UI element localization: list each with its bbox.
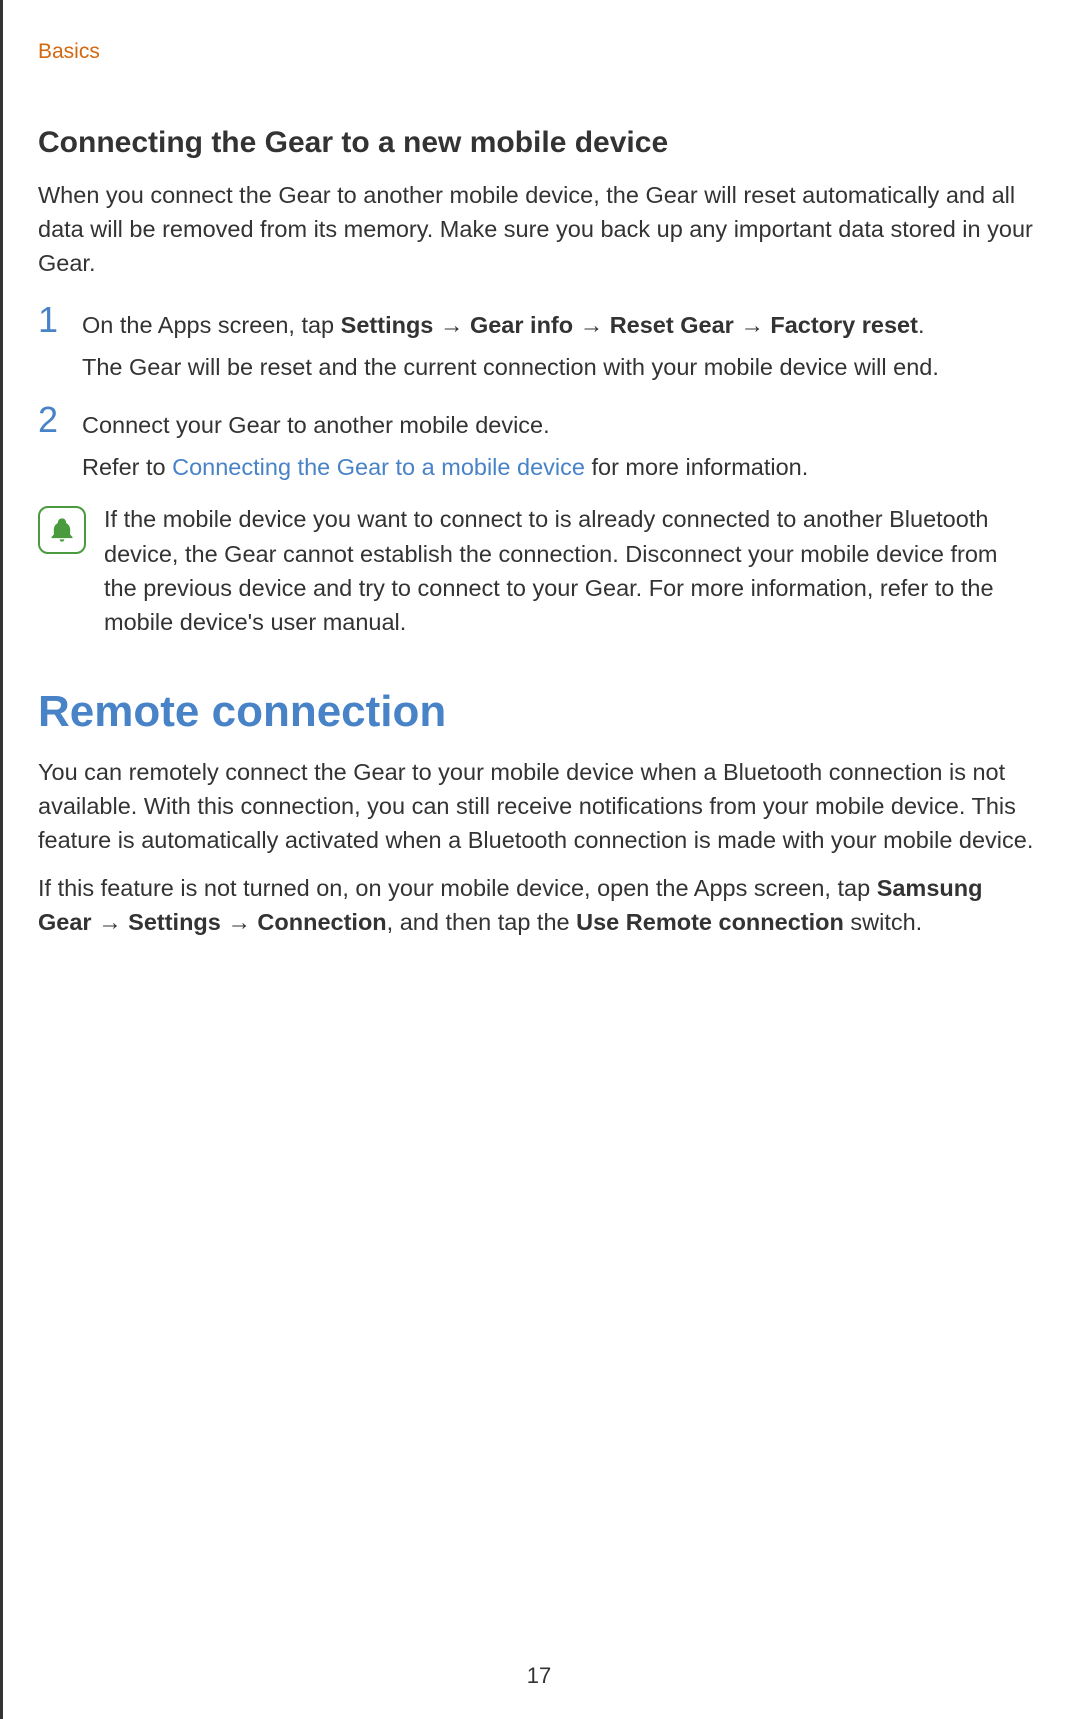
step-1-line1: On the Apps screen, tap Settings → Gear … [82, 308, 1040, 342]
link-connecting-gear[interactable]: Connecting the Gear to a mobile device [172, 454, 585, 480]
note-box: If the mobile device you want to connect… [38, 502, 1040, 638]
section-title-remote: Remote connection [38, 687, 1040, 737]
remote-para-1: You can remotely connect the Gear to you… [38, 755, 1040, 857]
subheading-connecting: Connecting the Gear to a new mobile devi… [38, 126, 1040, 160]
page-number: 17 [3, 1663, 1075, 1689]
step-1-line2: The Gear will be reset and the current c… [82, 350, 1040, 384]
step-1-number: 1 [38, 302, 68, 392]
step-2-line1: Connect your Gear to another mobile devi… [82, 408, 1040, 442]
step-1: 1 On the Apps screen, tap Settings → Gea… [38, 302, 1040, 392]
remote-para-2: If this feature is not turned on, on you… [38, 871, 1040, 939]
bell-icon [38, 506, 86, 554]
note-text: If the mobile device you want to connect… [104, 502, 1040, 638]
step-2: 2 Connect your Gear to another mobile de… [38, 402, 1040, 492]
step-2-line2: Refer to Connecting the Gear to a mobile… [82, 450, 1040, 484]
step-2-number: 2 [38, 402, 68, 492]
breadcrumb: Basics [38, 40, 1040, 64]
intro-paragraph: When you connect the Gear to another mob… [38, 178, 1040, 280]
